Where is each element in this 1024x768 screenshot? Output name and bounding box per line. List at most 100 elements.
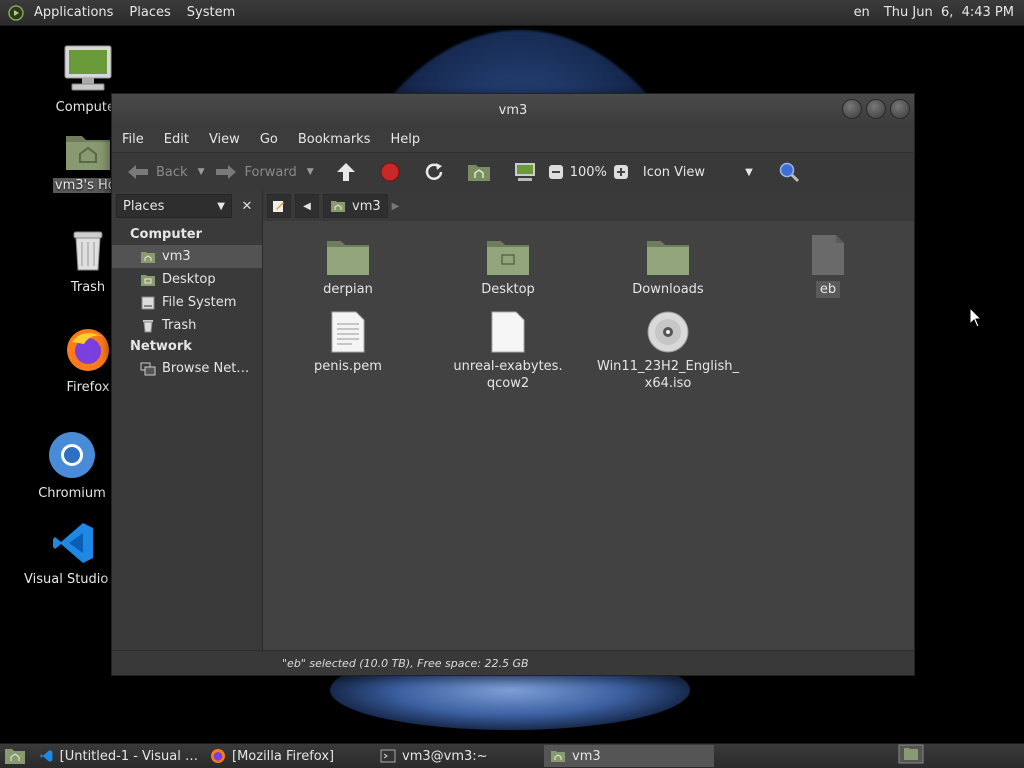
window-body: Places ▼ ✕ Computer vm3 Desktop File Sys…: [112, 191, 914, 651]
taskbar-item-vscode[interactable]: [Untitled-1 - Visual …: [34, 745, 204, 767]
file-item-eb[interactable]: eb: [748, 231, 908, 298]
taskbar-item-firefox[interactable]: [Mozilla Firefox]: [204, 745, 374, 767]
vscode-icon: [40, 750, 53, 762]
keyboard-layout-indicator[interactable]: en: [854, 5, 870, 20]
sidebar-item-vm3[interactable]: vm3: [112, 245, 262, 268]
taskbar-item-terminal[interactable]: vm3@vm3:~: [374, 745, 544, 767]
close-sidebar-button[interactable]: ✕: [236, 195, 258, 217]
breadcrumb-label: vm3: [352, 198, 381, 214]
maximize-button[interactable]: [866, 99, 886, 119]
sidebar-heading-network: Network: [130, 339, 192, 354]
file-item-qcow2[interactable]: unreal-exabytes. qcow2: [428, 308, 588, 392]
window-titlebar[interactable]: vm3: [112, 94, 914, 126]
desktop-icon-vscode[interactable]: Visual Studio Co: [24, 520, 130, 587]
file-item-iso[interactable]: Win11_23H2_English_ x64.iso: [588, 308, 748, 392]
home-folder-icon: [331, 201, 345, 212]
trash-icon: [73, 231, 103, 271]
forward-label: Forward: [244, 164, 297, 180]
chevron-down-icon: ▼: [745, 166, 753, 178]
trash-icon: [143, 319, 153, 332]
file-name: penis.pem: [314, 359, 382, 374]
clock[interactable]: Thu Jun 6, 4:43 PM: [884, 5, 1014, 20]
taskbar-label: [Untitled-1 - Visual …: [59, 748, 198, 764]
home-icon[interactable]: [466, 161, 492, 183]
forward-arrow-icon: [216, 165, 237, 179]
taskbar-label: vm3: [572, 748, 601, 764]
sidebar-item-filesystem[interactable]: File System: [112, 291, 262, 314]
desktop-icon-label: Chromium: [38, 486, 106, 501]
system-menu[interactable]: System: [179, 5, 243, 20]
file-item-derpian[interactable]: derpian: [268, 231, 428, 298]
up-arrow-icon[interactable]: [334, 161, 358, 183]
view-mode-select[interactable]: Icon View ▼: [639, 165, 757, 180]
generic-file-icon: [812, 235, 844, 275]
file-name: Win11_23H2_English_ x64.iso: [597, 359, 739, 391]
applications-menu[interactable]: Applications: [26, 5, 121, 20]
sidebar-selector[interactable]: Places ▼: [116, 194, 232, 218]
forward-button[interactable]: Forward: [210, 163, 300, 181]
toggle-location-entry-button[interactable]: [267, 194, 291, 218]
back-history-dropdown[interactable]: ▼: [198, 167, 205, 177]
file-manager-window: vm3 File Edit View Go Bookmarks Help Bac…: [111, 93, 915, 676]
sidebar-item-browse-network[interactable]: Browse Net…: [112, 357, 262, 380]
file-view: ◀ vm3 ▶ derpian Desktop Downloads eb pen…: [263, 191, 914, 651]
taskbar-item-file-manager[interactable]: vm3: [544, 745, 714, 767]
file-item-penis-pem[interactable]: penis.pem: [268, 308, 428, 375]
file-name: Desktop: [481, 282, 535, 297]
chromium-icon: [49, 432, 95, 478]
forward-history-dropdown[interactable]: ▼: [307, 167, 314, 177]
zoom-out-icon[interactable]: [548, 164, 564, 180]
path-left-button[interactable]: ◀: [295, 194, 319, 218]
file-name: eb: [815, 281, 841, 298]
desktop-folder-icon: [487, 241, 529, 275]
menubar: File Edit View Go Bookmarks Help: [112, 126, 914, 152]
network-icon: [140, 362, 156, 375]
workspace-switcher-icon[interactable]: [898, 744, 924, 764]
mouse-cursor-icon: [969, 307, 983, 328]
window-title: vm3: [498, 102, 528, 118]
minimize-button[interactable]: [842, 99, 862, 119]
file-name: derpian: [323, 282, 373, 297]
menu-view[interactable]: View: [199, 132, 250, 147]
sidebar-selector-label: Places: [123, 198, 165, 214]
firefox-icon: [67, 329, 109, 371]
reload-icon[interactable]: [422, 161, 446, 183]
sidebar-heading-computer: Computer: [130, 227, 203, 242]
distro-logo-icon[interactable]: [8, 4, 24, 21]
sidebar-item-desktop[interactable]: Desktop: [112, 268, 262, 291]
show-desktop-icon[interactable]: [2, 745, 28, 767]
top-panel: Applications Places System en Thu Jun 6,…: [0, 0, 1024, 26]
zoom-in-icon[interactable]: [613, 164, 629, 180]
vscode-icon: [53, 523, 93, 563]
menu-help[interactable]: Help: [380, 132, 430, 147]
menu-file[interactable]: File: [112, 132, 154, 147]
back-button[interactable]: Back: [122, 163, 192, 181]
zoom-level[interactable]: 100%: [570, 165, 607, 180]
computer-icon[interactable]: [512, 161, 538, 183]
menu-bookmarks[interactable]: Bookmarks: [288, 132, 381, 147]
home-folder-icon: [551, 751, 565, 762]
file-name: unreal-exabytes. qcow2: [453, 359, 563, 391]
sidebar-item-trash[interactable]: Trash: [112, 314, 262, 337]
search-icon[interactable]: [777, 161, 801, 183]
back-label: Back: [156, 164, 188, 180]
file-item-desktop[interactable]: Desktop: [428, 231, 588, 298]
breadcrumb-vm3[interactable]: vm3: [323, 194, 388, 218]
stop-icon[interactable]: [378, 161, 402, 183]
places-menu[interactable]: Places: [121, 5, 178, 20]
desktop-icon-chromium[interactable]: Chromium: [22, 430, 122, 501]
menu-go[interactable]: Go: [250, 132, 288, 147]
file-item-downloads[interactable]: Downloads: [588, 231, 748, 298]
blank-file-icon: [491, 311, 525, 353]
desktop-icon-label: Visual Studio Co: [24, 572, 130, 587]
path-right-button[interactable]: ▶: [392, 201, 400, 212]
pencil-icon: [273, 201, 284, 212]
disc-image-icon: [647, 311, 689, 353]
close-button[interactable]: [890, 99, 910, 119]
sidebar-item-label: Trash: [162, 318, 197, 333]
zoom-control: 100%: [544, 164, 633, 180]
menu-edit[interactable]: Edit: [154, 132, 199, 147]
firefox-icon: [211, 749, 225, 763]
file-name: Downloads: [632, 282, 704, 297]
status-bar: "eb" selected (10.0 TB), Free space: 22.…: [112, 650, 914, 675]
